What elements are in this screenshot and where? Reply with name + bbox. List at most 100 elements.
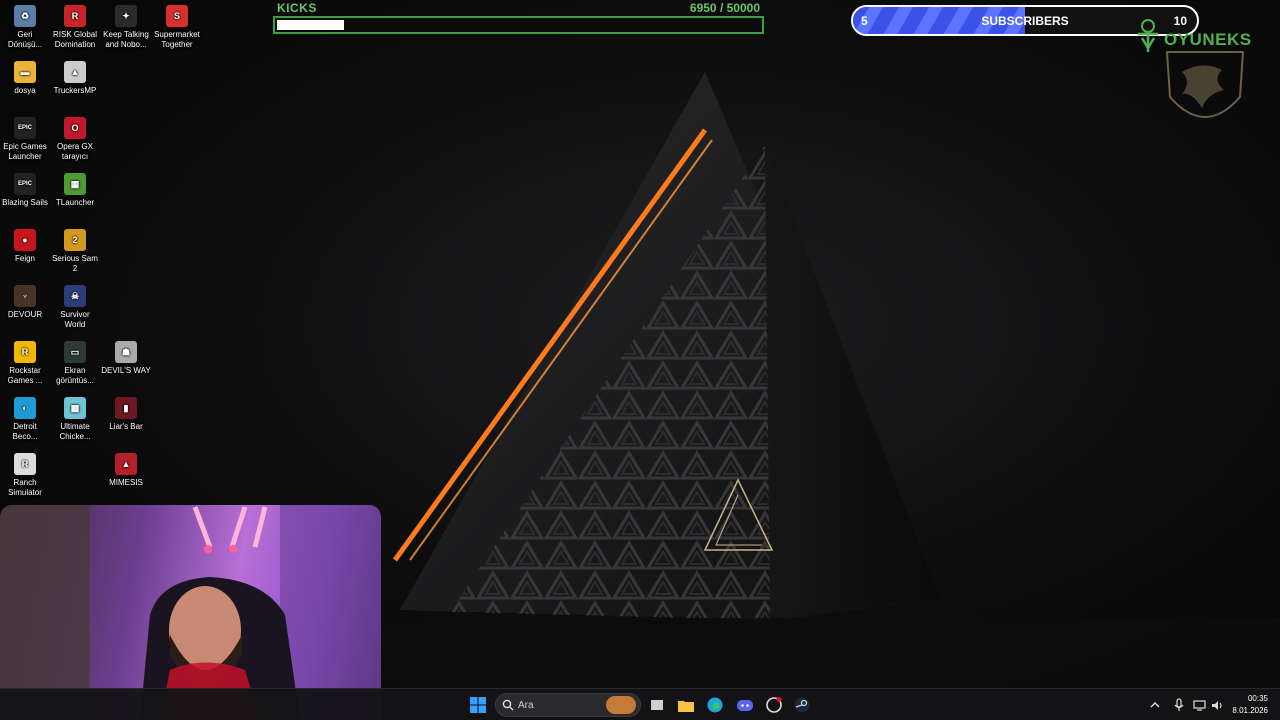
chevron-up-icon <box>1150 702 1160 708</box>
task-view-button[interactable] <box>645 693 669 717</box>
display-button[interactable] <box>1190 693 1208 717</box>
desktop-shortcut[interactable]: 2 Serious Sam 2 <box>50 229 100 274</box>
start-button[interactable] <box>466 693 490 717</box>
desktop-shortcut[interactable]: ▭ Ekran görüntüs... <box>50 341 100 386</box>
desktop-shortcut[interactable]: R RISK Global Domination <box>50 5 100 50</box>
desktop-shortcut[interactable]: ▲ TruckersMP <box>50 61 100 96</box>
kicks-progress-bar <box>273 16 764 34</box>
desktop-shortcut[interactable]: ▬ dosya <box>0 61 50 96</box>
desktop-shortcut-label: Survivor World <box>60 310 90 329</box>
desktop-shortcut-label: Liar's Bar <box>109 422 143 431</box>
desktop-shortcut[interactable]: O Opera GX tarayıcı <box>50 117 100 162</box>
desktop-shortcut-label: RISK Global Domination <box>52 30 98 49</box>
desktop-shortcut-label: TLauncher <box>55 198 95 207</box>
desktop-shortcut[interactable]: ▲ MIMESIS <box>101 453 151 488</box>
devour-icon: ♆ <box>14 285 36 307</box>
desktop-shortcut-label: dosya <box>14 86 36 95</box>
feign-icon: ● <box>14 229 36 251</box>
desktop-shortcut[interactable]: ✦ Keep Talking and Nobo... <box>101 5 151 50</box>
edge-button[interactable] <box>703 693 727 717</box>
liars-bar-icon: ▮ <box>115 397 137 419</box>
survivor-world-icon: ☠ <box>64 285 86 307</box>
microphone-button[interactable] <box>1170 693 1188 717</box>
epic-games-icon: EPIC <box>14 117 36 139</box>
steam-button[interactable] <box>790 693 814 717</box>
subscribers-current: 5 <box>861 14 868 28</box>
clock-time[interactable]: 00:35 <box>1232 694 1268 703</box>
keep-talking-icon: ✦ <box>115 5 137 27</box>
search-highlight-icon <box>606 696 636 714</box>
desktop-shortcut[interactable]: EPIC Epic Games Launcher <box>0 117 50 162</box>
edge-icon <box>707 697 723 713</box>
desktop-shortcut[interactable]: ☠ Survivor World <box>50 285 100 330</box>
serious-sam-icon: 2 <box>64 229 86 251</box>
taskbar-search[interactable] <box>495 693 641 717</box>
kicks-target: / 50000 <box>719 1 760 15</box>
desktop-shortcut-label: Detroit Beco... <box>12 422 38 441</box>
desktop-shortcut[interactable]: ♻ Geri Dönüşü... <box>0 5 50 50</box>
folder-icon: ▬ <box>14 61 36 83</box>
truckersmp-icon: ▲ <box>64 61 86 83</box>
desktop-shortcut-label: Serious Sam 2 <box>52 254 98 273</box>
task-view-icon <box>651 700 663 710</box>
desktop-shortcut-label: DEVIL'S WAY <box>101 366 151 375</box>
file-explorer-button[interactable] <box>674 693 698 717</box>
obs-icon <box>766 697 782 713</box>
display-icon <box>1192 699 1206 711</box>
desktop-shortcut[interactable]: EPIC Blazing Sails <box>0 173 50 208</box>
desktop-shortcut[interactable]: ▦ TLauncher <box>50 173 100 208</box>
recycle-bin-icon: ♻ <box>14 5 36 27</box>
desktop-shortcut-label: Keep Talking and Nobo... <box>103 30 149 49</box>
tray-overflow-button[interactable] <box>1146 693 1164 717</box>
kicks-count: 6950 / 50000 <box>690 1 760 15</box>
taskbar: 00:35 8.01.2026 <box>0 688 1280 720</box>
desktop-shortcut-label: DEVOUR <box>7 310 43 319</box>
desktop-shortcut[interactable]: ▮ Liar's Bar <box>101 397 151 432</box>
kicks-progress-fill <box>277 20 344 30</box>
desktop-shortcut-label: Ultimate Chicke... <box>59 422 91 441</box>
desktop-shortcut[interactable]: ♆ DEVOUR <box>0 285 50 320</box>
file-explorer-icon <box>678 700 694 712</box>
desktop-shortcut-label: Feign <box>14 254 35 263</box>
msi-dragon-emblem <box>1165 51 1245 118</box>
desktop-shortcut-label: Blazing Sails <box>2 198 48 207</box>
tlauncher-icon: ▦ <box>64 173 86 195</box>
desktop-shortcut-label: Opera GX tarayıcı <box>56 142 93 161</box>
desktop-shortcut[interactable]: S Supermarket Together <box>152 5 202 50</box>
search-icon <box>502 699 514 711</box>
discord-button[interactable] <box>733 693 757 717</box>
speaker-icon <box>1211 700 1222 710</box>
desktop-shortcut-label: Ekran görüntüs... <box>56 366 94 385</box>
desktop-shortcut[interactable]: R Ranch Simulator <box>0 453 50 498</box>
desktop-shortcut[interactable]: ◐ Detroit Beco... <box>0 397 50 442</box>
desktop-shortcut-label: TruckersMP <box>53 86 97 95</box>
kicks-goal-widget: KICKS 6950 / 50000 <box>273 0 764 36</box>
desktop-shortcut[interactable]: R Rockstar Games ... <box>0 341 50 386</box>
desktop-shortcut-label: Supermarket Together <box>154 30 200 49</box>
mimesis-icon: ▲ <box>115 453 137 475</box>
discord-icon <box>737 700 753 711</box>
windows-start-icon <box>470 697 486 713</box>
microphone-icon <box>1174 698 1184 711</box>
clock-date[interactable]: 8.01.2026 <box>1226 706 1268 715</box>
desktop-shortcut-label: Geri Dönüşü... <box>7 30 43 49</box>
ranch-simulator-icon: R <box>14 453 36 475</box>
desktop-shortcut-label: Ranch Simulator <box>8 478 42 497</box>
rockstar-icon: R <box>14 341 36 363</box>
desktop-shortcut-label: MIMESIS <box>109 478 143 487</box>
ultimate-chicken-icon: ▩ <box>64 397 86 419</box>
desktop-shortcut[interactable]: ☗ DEVIL'S WAY <box>101 341 151 376</box>
opera-gx-icon: O <box>64 117 86 139</box>
desktop-shortcut[interactable]: ▩ Ultimate Chicke... <box>50 397 100 442</box>
obs-button[interactable] <box>762 693 786 717</box>
search-input[interactable] <box>518 697 598 713</box>
detroit-icon: ◐ <box>14 397 36 419</box>
volume-button[interactable] <box>1208 693 1226 717</box>
devils-way-icon: ☗ <box>115 341 137 363</box>
supermarket-icon: S <box>166 5 188 27</box>
risk-icon: R <box>64 5 86 27</box>
epic-games-icon: EPIC <box>14 173 36 195</box>
desktop-shortcut-label: Rockstar Games ... <box>7 366 43 385</box>
desktop-shortcut[interactable]: ● Feign <box>0 229 50 264</box>
steam-icon <box>794 697 810 713</box>
